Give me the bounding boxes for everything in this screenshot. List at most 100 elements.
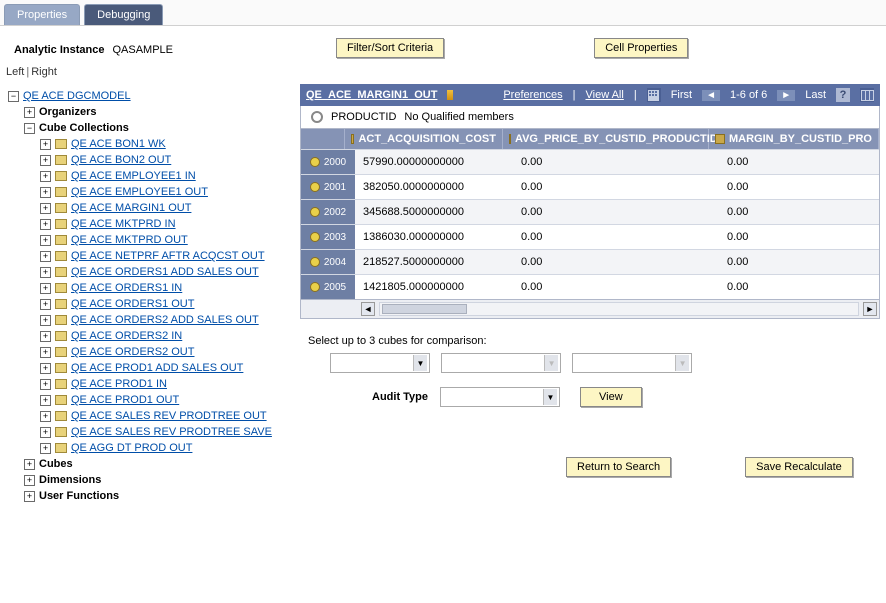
tree-item[interactable]: QE ACE MARGIN1 OUT — [71, 202, 191, 214]
prev-page-button[interactable]: ◄ — [702, 90, 720, 101]
cube-icon — [55, 331, 67, 341]
tree-item[interactable]: QE ACE EMPLOYEE1 OUT — [71, 186, 208, 198]
row-year-header[interactable]: 2004 — [301, 250, 355, 274]
expand-icon[interactable]: + — [40, 427, 51, 438]
rowhead-blank — [301, 129, 345, 149]
right-label[interactable]: Right — [31, 66, 57, 78]
left-label[interactable]: Left — [6, 66, 24, 78]
help-icon[interactable]: ? — [836, 88, 850, 102]
tab-properties[interactable]: Properties — [4, 4, 80, 25]
scrollbar-thumb[interactable] — [382, 304, 467, 314]
tree-item[interactable]: QE ACE ORDERS1 ADD SALES OUT — [71, 266, 259, 278]
col-avg[interactable]: AVG_PRICE_BY_CUSTID_PRODUCTID — [503, 129, 709, 149]
expand-icon[interactable]: + — [24, 475, 35, 486]
expand-icon[interactable]: + — [40, 315, 51, 326]
tree-dimensions[interactable]: Dimensions — [39, 474, 101, 486]
expand-icon[interactable]: + — [40, 171, 51, 182]
tree-user-functions[interactable]: User Functions — [39, 490, 119, 502]
tree-item[interactable]: QE ACE ORDERS1 OUT — [71, 298, 194, 310]
expand-icon[interactable]: + — [40, 347, 51, 358]
col-act[interactable]: ACT_ACQUISITION_COST — [345, 129, 503, 149]
next-page-button[interactable]: ► — [777, 90, 795, 101]
grid-title[interactable]: QE_ACE_MARGIN1_OUT — [306, 89, 437, 101]
row-marker-icon — [310, 157, 320, 167]
cube-icon — [55, 427, 67, 437]
tree-item[interactable]: QE ACE ORDERS2 IN — [71, 330, 182, 342]
preferences-link[interactable]: Preferences — [503, 89, 562, 101]
tree-item[interactable]: QE ACE MKTPRD IN — [71, 218, 176, 230]
tree-item[interactable]: QE ACE MKTPRD OUT — [71, 234, 188, 246]
tab-debugging[interactable]: Debugging — [84, 4, 163, 25]
tree-cubes[interactable]: Cubes — [39, 458, 73, 470]
expand-icon[interactable]: + — [40, 187, 51, 198]
expand-icon[interactable]: + — [40, 411, 51, 422]
cell-properties-button[interactable]: Cell Properties — [594, 38, 688, 58]
last-label[interactable]: Last — [805, 89, 826, 101]
expand-icon[interactable]: + — [24, 459, 35, 470]
productid-label: PRODUCTID — [331, 111, 396, 123]
expand-icon[interactable]: + — [40, 251, 51, 262]
tree-item[interactable]: QE ACE EMPLOYEE1 IN — [71, 170, 196, 182]
collapse-icon[interactable]: − — [8, 91, 19, 102]
compare-select-2[interactable]: ▼ — [441, 353, 561, 373]
tree-organizers[interactable]: Organizers — [39, 106, 96, 118]
cube-icon — [55, 315, 67, 325]
expand-icon[interactable]: + — [40, 299, 51, 310]
grid-download-icon[interactable] — [647, 88, 661, 102]
tree-item[interactable]: QE ACE BON2 OUT — [71, 154, 171, 166]
tree-root[interactable]: QE ACE DGCMODEL — [23, 90, 131, 102]
row-year-header[interactable]: 2002 — [301, 200, 355, 224]
sort-indicator-icon[interactable] — [447, 90, 453, 100]
grid-customize-icon[interactable] — [860, 88, 874, 102]
save-recalculate-button[interactable]: Save Recalculate — [745, 457, 853, 477]
expand-icon[interactable]: + — [24, 107, 35, 118]
filter-sort-button[interactable]: Filter/Sort Criteria — [336, 38, 444, 58]
expand-icon[interactable]: + — [40, 283, 51, 294]
tree-item[interactable]: QE AGG DT PROD OUT — [71, 442, 192, 454]
scroll-left-icon[interactable]: ◄ — [361, 302, 375, 316]
expand-icon[interactable]: + — [40, 235, 51, 246]
expand-icon[interactable]: + — [40, 139, 51, 150]
tree-item[interactable]: QE ACE PROD1 OUT — [71, 394, 179, 406]
audit-type-label: Audit Type — [372, 391, 428, 403]
expand-icon[interactable]: + — [40, 155, 51, 166]
cube-icon — [55, 347, 67, 357]
expand-icon[interactable]: + — [40, 331, 51, 342]
horizontal-scrollbar[interactable]: ◄ ► — [300, 300, 880, 319]
compare-select-1[interactable]: ▼ — [330, 353, 430, 373]
scroll-right-icon[interactable]: ► — [863, 302, 877, 316]
expand-icon[interactable]: + — [40, 219, 51, 230]
tree-item[interactable]: QE ACE ORDERS2 OUT — [71, 346, 194, 358]
tree-item[interactable]: QE ACE BON1 WK — [71, 138, 166, 150]
tree-item[interactable]: QE ACE NETPRF AFTR ACQCST OUT — [71, 250, 265, 262]
collapse-icon[interactable]: − — [24, 123, 35, 134]
return-to-search-button[interactable]: Return to Search — [566, 457, 671, 477]
expand-icon[interactable]: + — [40, 203, 51, 214]
expand-icon[interactable]: + — [40, 443, 51, 454]
expand-icon[interactable]: + — [40, 363, 51, 374]
tree-item[interactable]: QE ACE PROD1 IN — [71, 378, 167, 390]
tree-item[interactable]: QE ACE SALES REV PRODTREE OUT — [71, 410, 267, 422]
col-mar[interactable]: MARGIN_BY_CUSTID_PRO — [709, 129, 879, 149]
tree-item[interactable]: QE ACE ORDERS1 IN — [71, 282, 182, 294]
tree-item[interactable]: QE ACE ORDERS2 ADD SALES OUT — [71, 314, 259, 326]
row-year-header[interactable]: 2001 — [301, 175, 355, 199]
audit-type-select[interactable]: ▼ — [440, 387, 560, 407]
tree-item[interactable]: QE ACE SALES REV PRODTREE SAVE — [71, 426, 272, 438]
productid-radio[interactable] — [311, 111, 323, 123]
expand-icon[interactable]: + — [40, 395, 51, 406]
tree-item[interactable]: QE ACE PROD1 ADD SALES OUT — [71, 362, 243, 374]
tree-cube-collections[interactable]: Cube Collections — [39, 122, 129, 134]
view-button[interactable]: View — [580, 387, 642, 407]
cube-icon — [55, 363, 67, 373]
row-year-header[interactable]: 2005 — [301, 275, 355, 299]
expand-icon[interactable]: + — [40, 379, 51, 390]
first-label[interactable]: First — [671, 89, 692, 101]
expand-icon[interactable]: + — [24, 491, 35, 502]
expand-icon[interactable]: + — [40, 267, 51, 278]
view-all-link[interactable]: View All — [586, 89, 624, 101]
row-year-header[interactable]: 2000 — [301, 150, 355, 174]
row-year-header[interactable]: 2003 — [301, 225, 355, 249]
compare-select-3[interactable]: ▼ — [572, 353, 692, 373]
scrollbar-track[interactable] — [379, 302, 859, 316]
